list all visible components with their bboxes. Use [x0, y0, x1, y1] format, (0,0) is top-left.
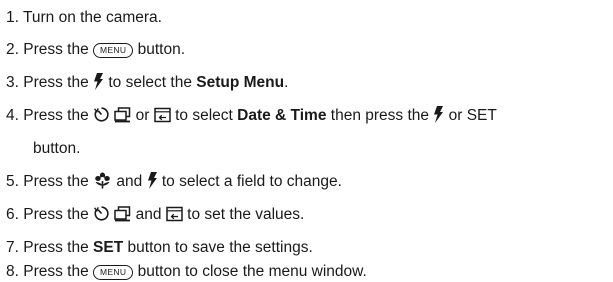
step-2: 2. Press the MENU button. [6, 40, 609, 60]
step-text: . [284, 74, 289, 91]
step-text: then press the [330, 107, 429, 124]
step-number: 4. [6, 107, 19, 124]
date-time-label: Date & Time [237, 107, 327, 124]
step-text: to set the values. [187, 206, 305, 223]
step-6: 6. Press the and to set the values. [6, 205, 609, 225]
set-button-label: SET [93, 239, 124, 256]
continuous-shot-icon [114, 206, 131, 222]
step-number: 1. [6, 9, 19, 26]
setup-menu-label: Setup Menu [196, 74, 285, 91]
macro-flower-icon [93, 172, 112, 189]
step-text: or SET [448, 107, 497, 124]
menu-button-key: MENU [93, 265, 134, 280]
step-number: 6. [6, 206, 19, 223]
step-text: Turn on the camera. [22, 9, 162, 26]
step-number: 7. [6, 239, 19, 256]
step-number: 5. [6, 173, 19, 190]
step-number: 3. [6, 74, 19, 91]
step-text: Press the [23, 41, 89, 58]
step-text: button to save the settings. [127, 239, 313, 256]
step-text: Press the [23, 74, 89, 91]
step-text: Press the [23, 263, 89, 280]
step-text: to select [175, 107, 233, 124]
flash-icon [433, 106, 444, 123]
step-text: Press the [23, 107, 89, 124]
step-text: and [135, 206, 162, 223]
step-number: 8. [6, 263, 19, 280]
step-text: button to close the menu window. [137, 263, 367, 280]
step-text: to select the [108, 74, 192, 91]
step-continuation: button. [33, 140, 81, 157]
menu-button-key: MENU [93, 43, 134, 58]
self-timer-icon [93, 205, 110, 222]
step-4: 4. Press the or to select Date & Time th… [6, 106, 609, 159]
step-7: 7. Press the SET button to save the sett… [6, 238, 609, 258]
step-text: or [135, 107, 150, 124]
flash-icon [93, 73, 104, 90]
step-number: 2. [6, 41, 19, 58]
step-8: 8. Press the MENU button to close the me… [6, 262, 609, 282]
step-text: button. [137, 41, 185, 58]
step-text: Press the [23, 173, 89, 190]
step-text: Press the [23, 239, 89, 256]
step-text: and [116, 173, 143, 190]
playback-icon [166, 206, 183, 222]
step-3: 3. Press the to select the Setup Menu. [6, 73, 609, 93]
playback-icon [154, 107, 171, 123]
step-text: Press the [23, 206, 89, 223]
continuous-shot-icon [114, 107, 131, 123]
step-1: 1. Turn on the camera. [6, 8, 609, 28]
step-text: to select a field to change. [161, 173, 342, 190]
flash-icon [147, 172, 158, 189]
self-timer-icon [93, 106, 110, 123]
step-5: 5. Press the and to select a field to ch… [6, 172, 609, 192]
